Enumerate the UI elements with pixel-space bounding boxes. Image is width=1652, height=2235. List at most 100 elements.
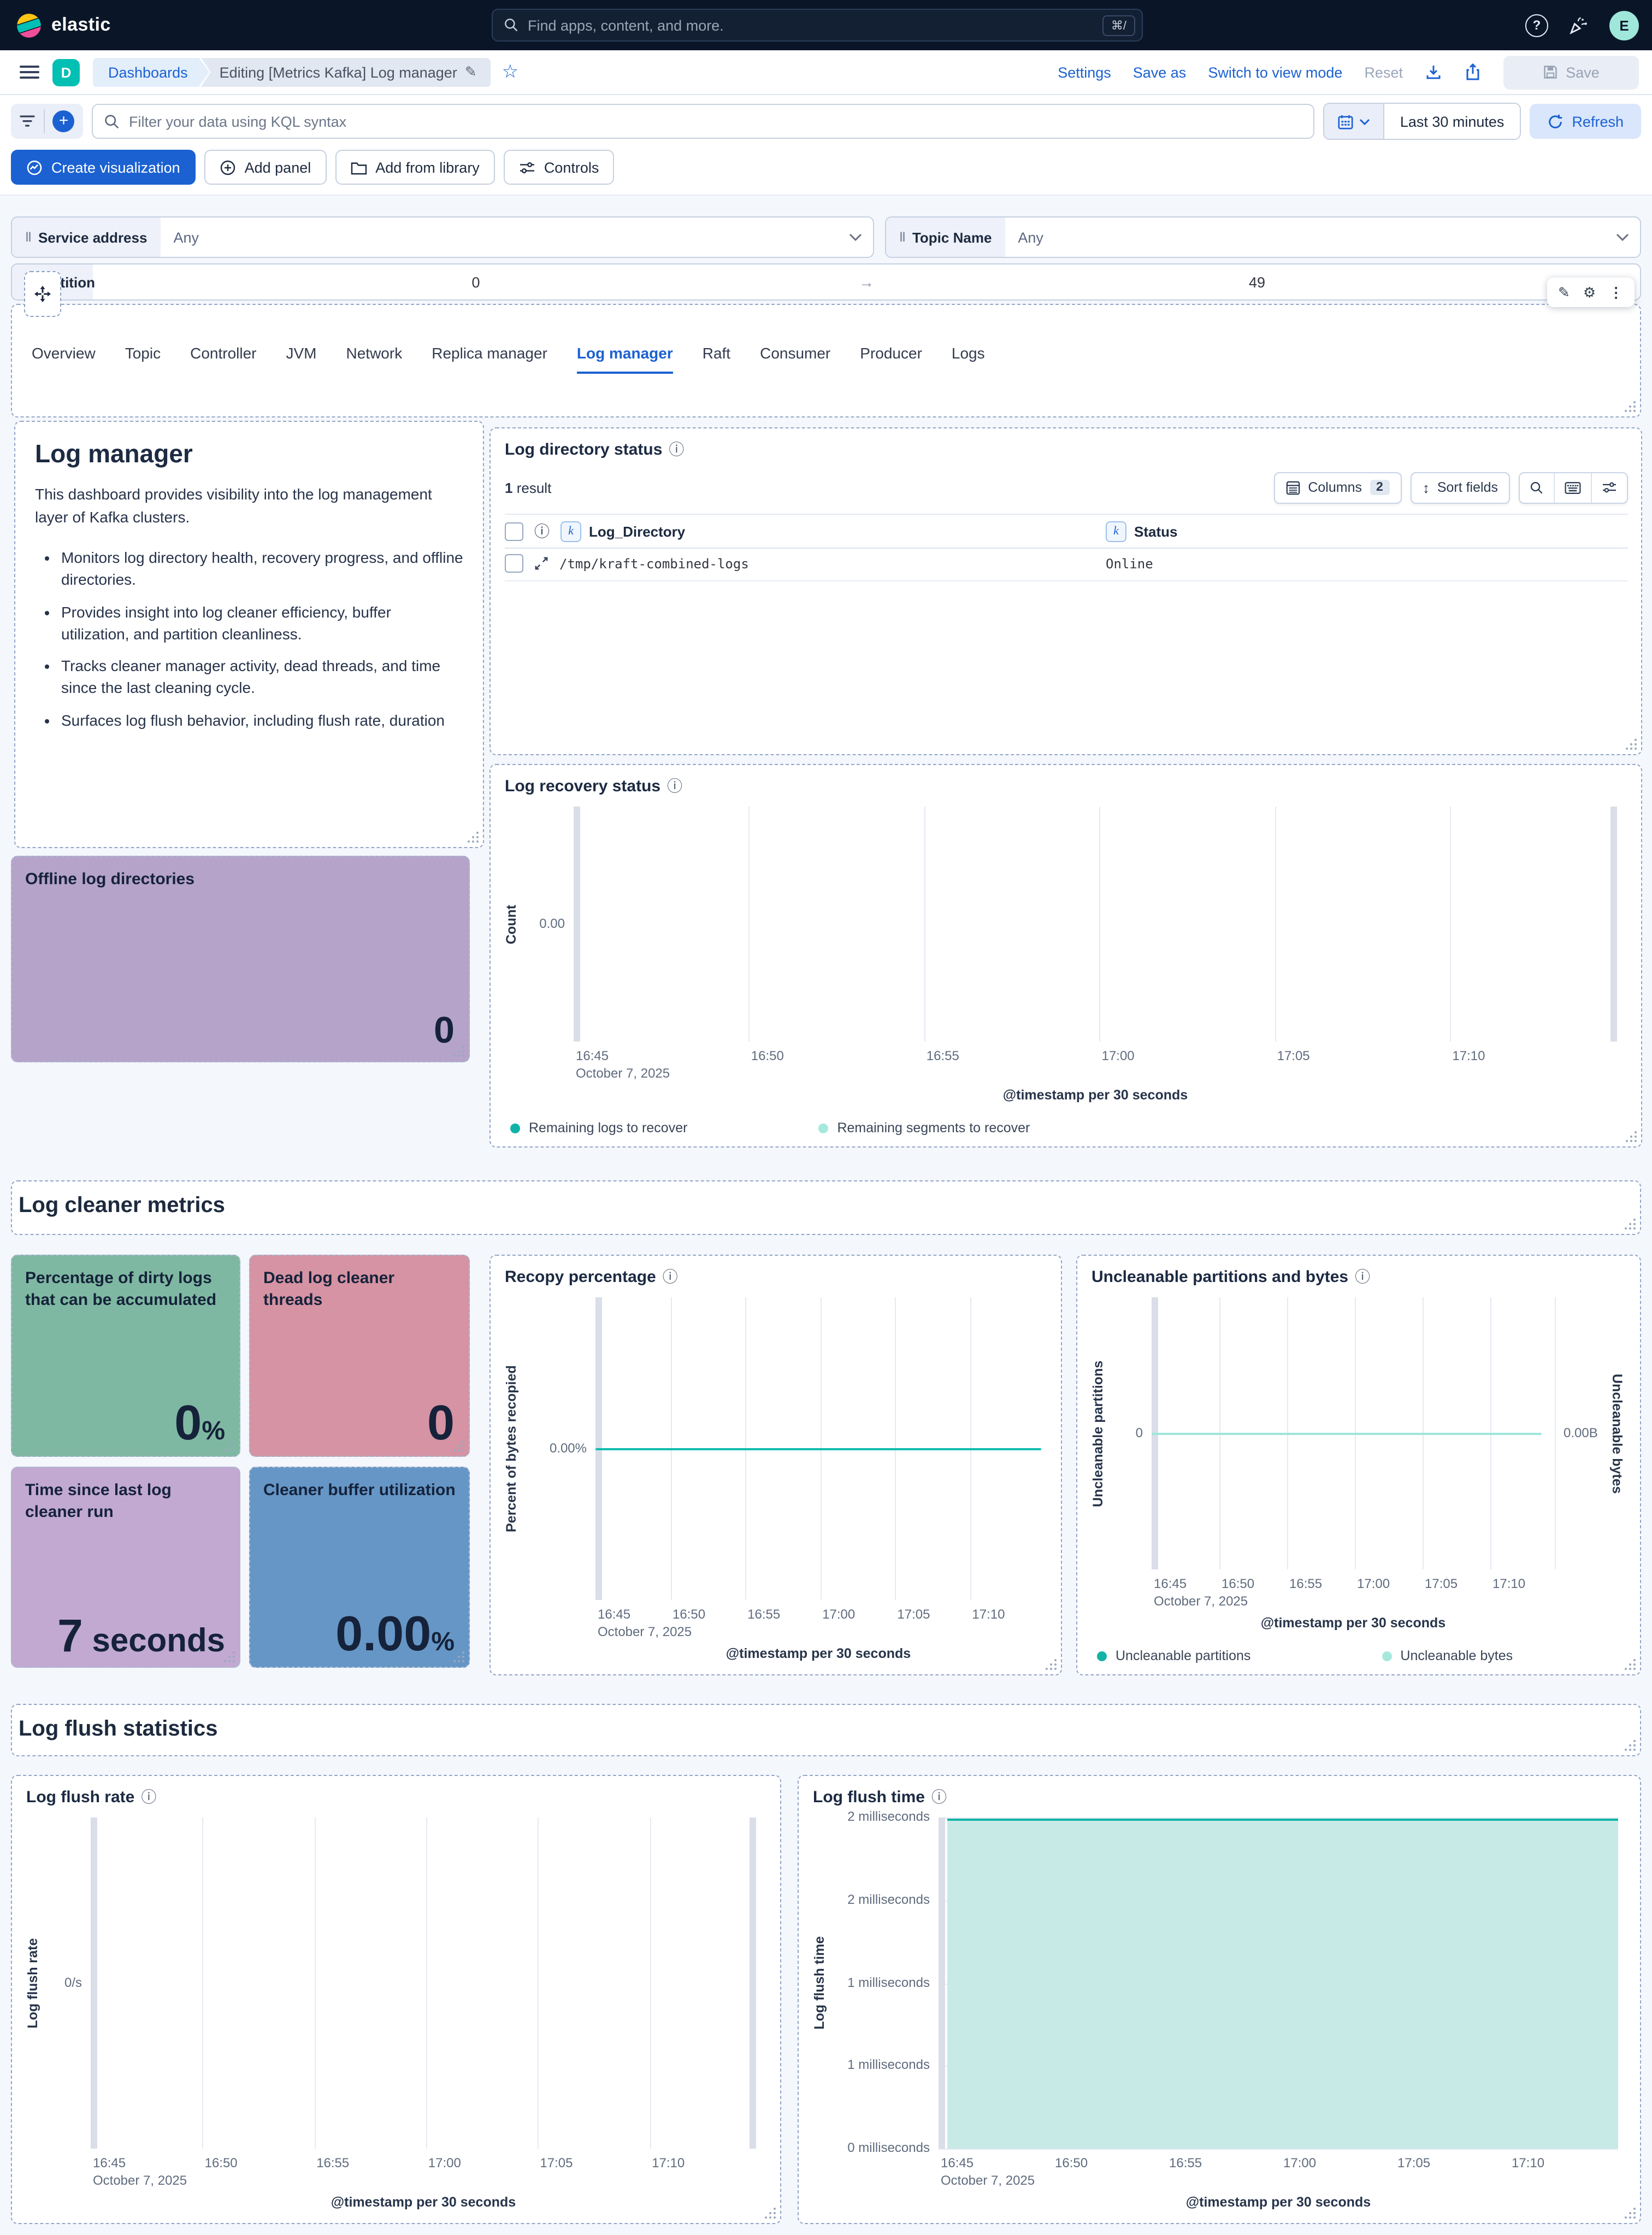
reset-link[interactable]: Reset	[1364, 64, 1403, 80]
save-button[interactable]: Save	[1503, 55, 1639, 89]
sort-fields-button[interactable]: ↕ Sort fields	[1411, 472, 1510, 503]
resize-handle[interactable]	[467, 831, 480, 844]
info-icon[interactable]: ⓘ	[1355, 1266, 1370, 1287]
kql-query-input[interactable]: Filter your data using KQL syntax	[92, 104, 1315, 139]
control-value[interactable]: Any	[1005, 217, 1616, 257]
resize-handle[interactable]	[1625, 1130, 1638, 1143]
columns-button[interactable]: Columns 2	[1274, 472, 1401, 503]
favorite-star-icon[interactable]: ☆	[502, 61, 519, 83]
table-row[interactable]: /tmp/kraft-combined-logs Online	[505, 546, 1628, 581]
tab-replica-manager[interactable]: Replica manager	[432, 344, 547, 374]
tab-log-manager[interactable]: Log manager	[577, 344, 673, 374]
info-icon[interactable]: ⓘ	[669, 438, 684, 460]
search-icon[interactable]	[1520, 473, 1554, 502]
keyboard-icon[interactable]	[1554, 473, 1591, 502]
download-icon[interactable]	[1425, 63, 1442, 81]
chevron-down-icon[interactable]	[849, 217, 873, 257]
column-header-status[interactable]: Status	[1134, 523, 1177, 539]
select-all-checkbox[interactable]	[505, 522, 523, 540]
control-topic-name[interactable]: ‖Topic Name Any	[885, 216, 1641, 258]
partition-from-input[interactable]: 0	[93, 264, 859, 299]
column-header-log-directory[interactable]: Log_Directory	[589, 523, 685, 539]
tab-jvm[interactable]: JVM	[286, 344, 317, 374]
elastic-logo[interactable]: elastic	[15, 11, 111, 39]
tab-controller[interactable]: Controller	[190, 344, 256, 374]
create-visualization-button[interactable]: Create visualization	[11, 150, 196, 185]
switch-view-mode-link[interactable]: Switch to view mode	[1208, 64, 1342, 80]
resize-handle[interactable]	[452, 1045, 465, 1058]
refresh-button[interactable]: Refresh	[1529, 104, 1641, 139]
drag-grip-icon[interactable]: ‖	[899, 230, 905, 245]
resize-handle[interactable]	[1624, 1739, 1637, 1752]
breadcrumb-current[interactable]: Editing [Metrics Kafka] Log manager ✎	[201, 57, 491, 87]
add-filter-icon[interactable]: +	[53, 110, 75, 132]
tab-overview[interactable]: Overview	[32, 344, 96, 374]
resize-handle[interactable]	[1624, 2207, 1637, 2220]
tab-topic[interactable]: Topic	[125, 344, 161, 374]
panel-log-flush-time[interactable]: Log flush timeⓘ 2 milliseconds2 millisec…	[798, 1775, 1641, 2224]
panel-log-flush-rate[interactable]: Log flush rateⓘ 0/sLog flush rate16:45Oc…	[11, 1775, 781, 2224]
panel-log-directory-status[interactable]: Log directory statusⓘ 1 result Columns 2…	[489, 427, 1642, 755]
control-service-address[interactable]: ‖Service address Any	[11, 216, 874, 258]
tab-raft[interactable]: Raft	[703, 344, 730, 374]
news-feed-icon[interactable]	[1568, 14, 1590, 36]
info-icon[interactable]: ⓘ	[931, 1786, 947, 1808]
save-as-link[interactable]: Save as	[1133, 64, 1187, 80]
resize-handle[interactable]	[223, 1650, 236, 1663]
menu-icon[interactable]	[20, 65, 39, 79]
edit-title-icon[interactable]: ✎	[465, 63, 477, 81]
add-from-library-button[interactable]: Add from library	[335, 150, 495, 185]
drag-grip-icon[interactable]: ‖	[25, 230, 31, 245]
tile-cleaner-buffer-utilization[interactable]: Cleaner buffer utilization 0.00%	[249, 1467, 470, 1668]
tab-consumer[interactable]: Consumer	[760, 344, 830, 374]
gear-icon[interactable]: ⚙	[1583, 284, 1596, 301]
resize-handle[interactable]	[452, 1439, 465, 1452]
tile-dead-log-cleaner-threads[interactable]: Dead log cleaner threads 0	[249, 1255, 470, 1457]
help-icon[interactable]: ?	[1525, 14, 1548, 37]
legend-item[interactable]: Remaining segments to recover	[818, 1120, 1030, 1136]
resize-handle[interactable]	[1624, 1658, 1637, 1671]
global-search-input[interactable]: Find apps, content, and more. ⌘/	[492, 9, 1143, 42]
panel-recopy-percentage[interactable]: Recopy percentageⓘ 0.00%Percent of bytes…	[489, 1255, 1062, 1675]
time-range-value[interactable]: Last 30 minutes	[1385, 104, 1520, 139]
tile-time-since-last-cleaner-run[interactable]: Time since last log cleaner run 7 second…	[11, 1467, 240, 1668]
tab-network[interactable]: Network	[346, 344, 403, 374]
add-panel-button[interactable]: Add panel	[204, 150, 327, 185]
resize-handle[interactable]	[1624, 1218, 1637, 1231]
controls-button[interactable]: Controls	[504, 150, 615, 185]
panel-uncleanable-partitions-bytes[interactable]: Uncleanable partitions and bytesⓘ 00.00B…	[1076, 1255, 1641, 1675]
resize-handle[interactable]	[764, 2207, 777, 2220]
more-options-icon[interactable]: ⋮	[1609, 284, 1623, 301]
resize-handle[interactable]	[452, 1650, 465, 1663]
control-value[interactable]: Any	[160, 217, 849, 257]
info-icon[interactable]: ⓘ	[141, 1786, 156, 1808]
info-icon[interactable]: ⓘ	[663, 1266, 678, 1287]
tab-logs[interactable]: Logs	[952, 344, 985, 374]
legend-item[interactable]: Uncleanable bytes	[1382, 1648, 1513, 1663]
space-avatar[interactable]: D	[52, 58, 80, 86]
panel-tab-navigation[interactable]: Overview Topic Controller JVM Network Replica…	[11, 304, 1641, 417]
tab-producer[interactable]: Producer	[860, 344, 922, 374]
control-partition-range[interactable]: ‖partition 0 → 49	[11, 263, 1641, 301]
resize-handle[interactable]	[1625, 738, 1638, 751]
calendar-dropdown[interactable]	[1325, 104, 1385, 139]
legend-item[interactable]: Remaining logs to recover	[510, 1120, 687, 1136]
edit-panel-icon[interactable]: ✎	[1558, 284, 1570, 301]
panel-section-log-flush-statistics[interactable]: Log flush statistics	[11, 1704, 1641, 1756]
expand-row-icon[interactable]	[534, 556, 548, 570]
display-options-icon[interactable]	[1591, 473, 1627, 502]
info-icon[interactable]: ⓘ	[667, 775, 682, 797]
partition-to-input[interactable]: 49	[874, 264, 1640, 299]
resize-handle[interactable]	[223, 1439, 236, 1452]
settings-link[interactable]: Settings	[1058, 64, 1111, 80]
panel-log-recovery-status[interactable]: Log recovery statusⓘ 0.00Count16:45Octob…	[489, 764, 1642, 1148]
resize-handle[interactable]	[1045, 1658, 1058, 1671]
share-icon[interactable]	[1464, 63, 1482, 81]
user-avatar[interactable]: E	[1609, 10, 1639, 40]
panel-log-manager-text[interactable]: Log manager This dashboard provides visi…	[14, 421, 484, 848]
row-checkbox[interactable]	[505, 554, 523, 573]
tile-dirty-logs-percentage[interactable]: Percentage of dirty logs that can be acc…	[11, 1255, 240, 1457]
legend-item[interactable]: Uncleanable partitions	[1097, 1648, 1250, 1663]
tile-offline-log-directories[interactable]: Offline log directories 0	[11, 856, 470, 1062]
filter-icon[interactable]	[20, 115, 35, 128]
